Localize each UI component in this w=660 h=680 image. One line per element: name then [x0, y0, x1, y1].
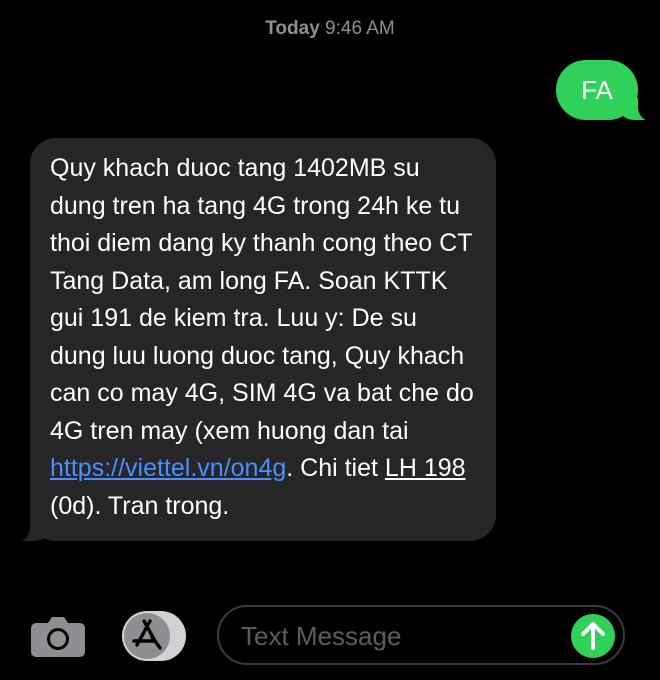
message-input-placeholder: Text Message	[241, 621, 402, 651]
outgoing-bubble: FA	[556, 60, 638, 120]
app-store-button[interactable]	[121, 611, 187, 661]
conversation-timestamp: Today 9:46 AM	[0, 18, 660, 40]
app-store-icon	[122, 611, 186, 661]
incoming-message[interactable]: Quy khach duoc tang 1402MB su dung tren …	[6, 138, 496, 542]
message-text: Quy khach duoc tang 1402MB su dung tren …	[50, 154, 474, 445]
messages-screen: Today 9:46 AM FA Quy khach duoc tang 140…	[0, 0, 660, 680]
timestamp-day: Today	[265, 18, 320, 39]
camera-icon	[31, 617, 85, 657]
camera-button[interactable]	[30, 614, 86, 658]
compose-bar: Text Message	[0, 600, 660, 680]
arrow-up-icon	[581, 622, 605, 650]
phone-number-link[interactable]: LH 198	[385, 454, 466, 482]
send-button[interactable]	[571, 614, 615, 658]
timestamp-time: 9:46 AM	[325, 18, 395, 39]
message-input[interactable]: Text Message	[217, 605, 625, 665]
outgoing-message[interactable]: FA	[556, 60, 660, 121]
message-url-link[interactable]: https://viettel.vn/on4g	[50, 454, 286, 482]
message-text: (0d). Tran trong.	[50, 491, 230, 520]
incoming-bubble: Quy khach duoc tang 1402MB su dung tren …	[30, 138, 496, 541]
message-text: . Chi tiet	[286, 454, 385, 482]
